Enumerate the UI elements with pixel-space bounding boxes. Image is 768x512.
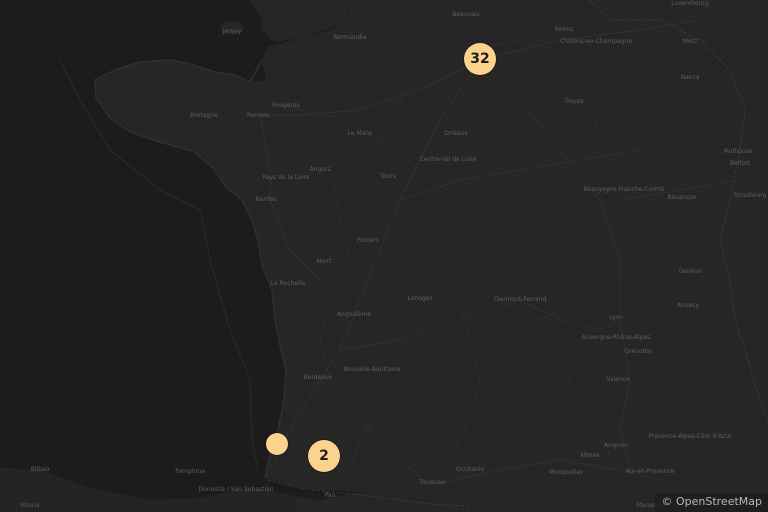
- city-label: Limoges: [407, 295, 433, 302]
- city-label: Auvergne-Rhône-Alpes: [581, 334, 651, 341]
- city-label: Rennes: [246, 112, 270, 119]
- city-label: Angers: [309, 166, 331, 173]
- city-label: Jersey: [222, 28, 242, 35]
- city-label: Clermont-Ferrand: [493, 296, 547, 303]
- city-label: Poitiers: [356, 237, 380, 244]
- city-label: Genève: [678, 268, 702, 275]
- city-label: Tours: [380, 173, 396, 180]
- city-label: Nîmes: [580, 452, 600, 459]
- city-label: Avignon: [603, 442, 629, 449]
- city-label: Montpellier: [549, 469, 583, 476]
- cluster-toulouse-area[interactable]: 2: [308, 440, 340, 472]
- city-label: Le Mans: [347, 130, 373, 137]
- map-view[interactable]: Jersey Beauvais Reims Luxembourg Metz Nancy Ch…: [0, 0, 768, 512]
- city-label: Châlons-en-Champagne: [559, 38, 633, 45]
- city-label: Bourgogne-Franche-Comté: [583, 186, 665, 193]
- city-label: Pamplona: [175, 468, 205, 475]
- city-label: Nantes: [255, 196, 277, 203]
- cluster-count: 2: [319, 448, 329, 464]
- city-label: Nouvelle-Aquitaine: [343, 366, 401, 373]
- city-label: Grenoble: [624, 348, 652, 355]
- city-label: Reims: [554, 26, 574, 33]
- city-label: Pays de la Loire: [262, 174, 310, 181]
- cluster-paris[interactable]: 32: [464, 43, 496, 75]
- city-label: Angoulême: [336, 311, 372, 318]
- city-label: Valence: [606, 376, 630, 383]
- city-label: Nancy: [680, 74, 700, 81]
- cluster-count: 32: [470, 51, 490, 67]
- city-label: La Rochelle: [270, 280, 306, 287]
- city-label: Aix-en-Provence: [625, 468, 675, 475]
- city-label: Fougères: [272, 102, 300, 109]
- city-label: Troyes: [564, 98, 584, 105]
- city-label: Bretagne: [190, 112, 218, 119]
- city-label: Mulhouse: [723, 148, 753, 155]
- city-label: Belfort: [729, 160, 751, 167]
- city-label: Occitanie: [455, 466, 485, 473]
- city-label: Beauvais: [452, 11, 480, 18]
- city-label: Donostia / San Sebastián: [198, 486, 274, 493]
- city-label: Niort: [316, 258, 332, 265]
- city-label: Toulouse: [418, 479, 446, 486]
- city-label: Pau: [324, 492, 336, 499]
- city-label: Metz: [682, 38, 698, 45]
- city-label: Lyon: [609, 314, 623, 321]
- marker-biarritz-area[interactable]: [266, 433, 288, 455]
- city-label: Centre-Val de Loire: [419, 156, 477, 163]
- city-label: Annecy: [676, 302, 700, 309]
- map-attribution[interactable]: © OpenStreetMap: [655, 493, 768, 512]
- city-label: Provence-Alpes-Côte d'Azur: [648, 433, 732, 440]
- city-label: Normandie: [333, 34, 367, 41]
- city-label: Luxembourg: [671, 0, 709, 7]
- city-label: Bordeaux: [303, 374, 333, 381]
- city-label: Besançon: [667, 194, 697, 201]
- city-label: Strasbourg: [733, 192, 767, 199]
- city-label: Orléans: [444, 130, 468, 137]
- city-label: Vitoria: [20, 502, 40, 509]
- city-label: Bilbao: [30, 466, 50, 473]
